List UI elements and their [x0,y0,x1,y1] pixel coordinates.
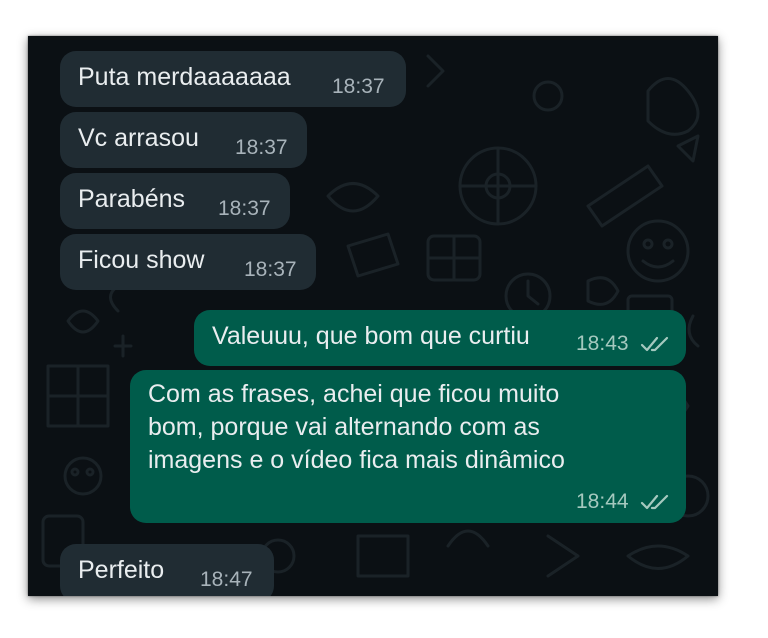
incoming-message-bubble[interactable]: Parabéns 18:37 [60,173,290,229]
message-text-line: Com as frases, achei que ficou muito [148,380,560,408]
message-text-line: bom, porque vai alternando com as [148,413,540,441]
message-text: Perfeito [78,556,165,584]
message-timestamp: 18:37 [235,136,288,159]
message-text: Parabéns [78,185,186,213]
message-timestamp: 18:43 [576,332,629,355]
message-text-line: imagens e o vídeo fica mais dinâmico [148,446,565,474]
message-timestamp: 18:37 [244,258,297,281]
incoming-message-bubble[interactable]: Puta merdaaaaaaa 18:37 [60,51,406,107]
double-check-icon [640,494,669,510]
message-timestamp: 18:37 [332,75,385,98]
message-timestamp: 18:44 [576,490,629,513]
message-text: Puta merdaaaaaaa [78,63,291,91]
message-timestamp: 18:37 [218,197,271,220]
outgoing-message-bubble[interactable]: Valeuuu, que bom que curtiu 18:43 [194,310,686,366]
double-check-icon [640,336,669,352]
outgoing-message-bubble[interactable]: Com as frases, achei que ficou muito bom… [130,370,686,523]
message-text: Vc arrasou [78,124,199,152]
message-text: Valeuuu, que bom que curtiu [212,322,530,350]
incoming-message-bubble[interactable]: Vc arrasou 18:37 [60,112,307,168]
message-timestamp: 18:47 [200,568,253,591]
chat-window: Puta merdaaaaaaa 18:37 Vc arrasou 18:37 … [28,36,718,596]
incoming-message-bubble[interactable]: Perfeito 18:47 [60,544,274,596]
incoming-message-bubble[interactable]: Ficou show 18:37 [60,234,316,290]
message-text: Ficou show [78,246,205,274]
